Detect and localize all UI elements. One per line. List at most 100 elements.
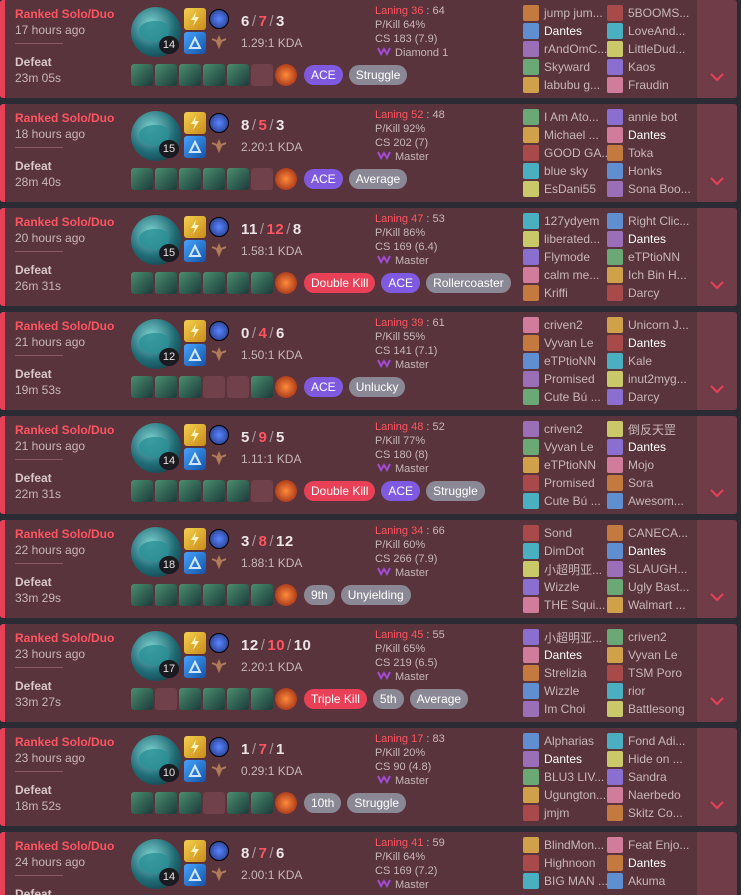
empty-item-slot[interactable] [155, 688, 177, 710]
trinket-icon[interactable] [275, 376, 297, 398]
empty-item-slot[interactable] [203, 792, 225, 814]
player-name[interactable]: LoveAnd... [628, 24, 685, 38]
player-name[interactable]: Honks [628, 164, 662, 178]
match-card[interactable]: Ranked Solo/Duo 23 hours ago Defeat 33m 27s… [0, 624, 737, 722]
player-entry[interactable]: liberated... [523, 230, 609, 248]
player-entry[interactable]: Fond Adi... [607, 732, 693, 750]
player-entry[interactable]: Ich Bin H... [607, 266, 693, 284]
player-name[interactable]: annie bot [628, 110, 677, 124]
player-entry[interactable]: Darcy [607, 388, 693, 406]
player-entry[interactable]: I Am Ato... [523, 108, 609, 126]
player-name[interactable]: Dantes [628, 232, 666, 246]
player-name[interactable]: Hide on ... [628, 752, 683, 766]
player-name[interactable]: Dantes [544, 752, 582, 766]
player-entry[interactable]: Strelizia [523, 664, 609, 682]
chevron-down-icon[interactable] [708, 382, 726, 396]
player-name[interactable]: jmjm [544, 806, 569, 820]
player-entry[interactable]: Dantes [523, 646, 609, 664]
player-entry[interactable]: Alpharias [523, 732, 609, 750]
player-entry[interactable]: DimDot [523, 542, 609, 560]
player-name[interactable]: Fraudin [628, 78, 669, 92]
player-name[interactable]: Vyvan Le [628, 648, 678, 662]
player-name[interactable]: Toka [628, 146, 653, 160]
player-entry[interactable]: Honks [607, 162, 693, 180]
player-entry[interactable]: Michael ... [523, 126, 609, 144]
player-name[interactable]: TSM Poro [628, 666, 682, 680]
player-name[interactable]: THE Squi... [544, 598, 605, 612]
player-name[interactable]: Michael ... [544, 128, 599, 142]
player-name[interactable]: Dantes [628, 128, 666, 142]
player-name[interactable]: Dantes [628, 544, 666, 558]
player-entry[interactable]: Kaos [607, 58, 693, 76]
player-name[interactable]: Alpharias [544, 734, 594, 748]
player-name[interactable]: Cute Bú ... [544, 494, 601, 508]
item-slot[interactable] [203, 480, 225, 502]
player-name[interactable]: criven2 [544, 318, 583, 332]
item-slot[interactable] [179, 168, 201, 190]
chevron-down-icon[interactable] [708, 590, 726, 604]
chevron-down-icon[interactable] [708, 798, 726, 812]
player-entry[interactable]: Dantes [607, 854, 693, 872]
player-name[interactable]: CANECA... [628, 526, 688, 540]
player-entry[interactable]: Highnoon [523, 854, 609, 872]
player-name[interactable]: Skitz Co... [628, 806, 683, 820]
player-name[interactable]: Ugungton... [544, 788, 606, 802]
trinket-icon[interactable] [275, 272, 297, 294]
player-name[interactable]: Flymode [544, 250, 590, 264]
player-name[interactable]: Awesom... [628, 494, 684, 508]
player-name[interactable]: Dantes [628, 856, 666, 870]
player-entry[interactable]: annie bot [607, 108, 693, 126]
player-entry[interactable]: criven2 [523, 420, 609, 438]
player-name[interactable]: Akuma [628, 874, 665, 888]
player-entry[interactable]: Vyvan Le [607, 646, 693, 664]
player-entry[interactable]: Right Clic... [607, 212, 693, 230]
item-slot[interactable] [227, 64, 249, 86]
item-slot[interactable] [251, 376, 273, 398]
item-slot[interactable] [203, 688, 225, 710]
item-slot[interactable] [227, 480, 249, 502]
player-entry[interactable]: Cute Bú ... [523, 388, 609, 406]
player-name[interactable]: Im Choi [544, 702, 585, 716]
player-name[interactable]: Darcy [628, 286, 659, 300]
player-entry[interactable]: Akuma [607, 872, 693, 890]
match-card[interactable]: Ranked Solo/Duo 17 hours ago Defeat 23m 05s… [0, 0, 737, 98]
player-name[interactable]: Kaos [628, 60, 655, 74]
item-slot[interactable] [155, 64, 177, 86]
player-entry[interactable]: EsDani55 [523, 180, 609, 198]
item-slot[interactable] [251, 584, 273, 606]
player-name[interactable]: Sora [628, 476, 653, 490]
player-entry[interactable]: eTPtioNN [607, 248, 693, 266]
player-name[interactable]: Sond [544, 526, 572, 540]
match-card[interactable]: Ranked Solo/Duo 18 hours ago Defeat 28m 40s… [0, 104, 737, 202]
player-entry[interactable]: Feat Enjo... [607, 836, 693, 854]
player-entry[interactable]: Darcy [607, 284, 693, 302]
player-entry[interactable]: GOOD GA... [523, 144, 609, 162]
item-slot[interactable] [155, 584, 177, 606]
player-entry[interactable]: LittleDud... [607, 40, 693, 58]
chevron-down-icon[interactable] [708, 70, 726, 84]
player-entry[interactable]: Kale [607, 352, 693, 370]
match-card[interactable]: Ranked Solo/Duo 22 hours ago Defeat 33m 29s… [0, 520, 737, 618]
player-name[interactable]: SLAUGH... [628, 562, 687, 576]
player-name[interactable]: liberated... [544, 232, 600, 246]
player-name[interactable]: Feat Enjo... [628, 838, 689, 852]
player-entry[interactable]: Ugly Bast... [607, 578, 693, 596]
player-name[interactable]: Mojo [628, 458, 654, 472]
player-entry[interactable]: Im Choi [523, 700, 609, 718]
player-entry[interactable]: labubu g... [523, 76, 609, 94]
player-name[interactable]: Ich Bin H... [628, 268, 687, 282]
player-entry[interactable]: 5BOOMS... [607, 4, 693, 22]
chevron-down-icon[interactable] [708, 278, 726, 292]
player-name[interactable]: Kale [628, 354, 652, 368]
item-slot[interactable] [131, 480, 153, 502]
item-slot[interactable] [131, 376, 153, 398]
player-entry[interactable]: Sona Boo... [607, 180, 693, 198]
player-name[interactable]: 127ydyem [544, 214, 599, 228]
player-entry[interactable]: Sora [607, 474, 693, 492]
player-name[interactable]: EsDani55 [544, 182, 596, 196]
match-card[interactable]: Ranked Solo/Duo 20 hours ago Defeat 26m 31s… [0, 208, 737, 306]
player-entry[interactable]: Mojo [607, 456, 693, 474]
player-name[interactable]: Right Clic... [628, 214, 689, 228]
trinket-icon[interactable] [275, 480, 297, 502]
player-entry[interactable]: eTPtioNN [523, 352, 609, 370]
